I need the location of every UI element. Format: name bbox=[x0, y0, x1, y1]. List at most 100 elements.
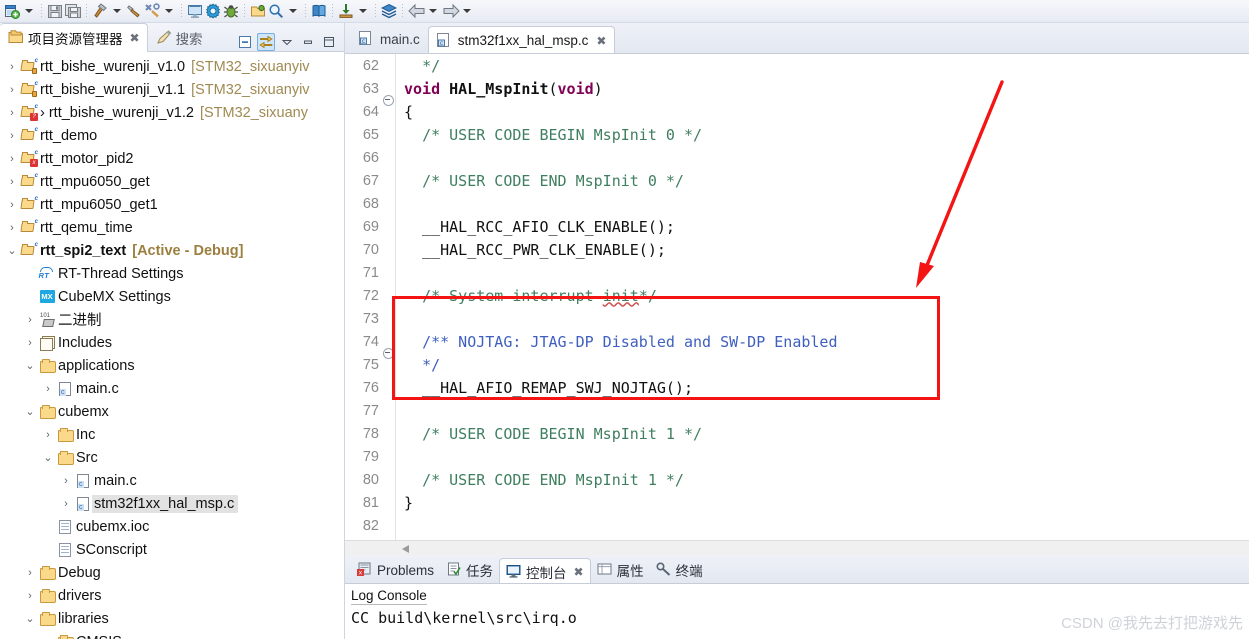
layers-button[interactable] bbox=[380, 1, 398, 22]
collapse-arrow-icon[interactable]: › bbox=[58, 475, 74, 487]
expand-arrow-icon[interactable]: ⌄ bbox=[4, 244, 20, 257]
tree-item-debug[interactable]: › Debug bbox=[0, 561, 344, 584]
code-line[interactable]: 62 */ bbox=[345, 54, 1249, 77]
tree-item-cubemx-settings[interactable]: ›MXCubeMX Settings bbox=[0, 285, 344, 308]
collapse-arrow-icon[interactable]: › bbox=[22, 314, 38, 326]
code-line[interactable]: 67 /* USER CODE END MspInit 0 */ bbox=[345, 169, 1249, 192]
tree-item-cmsis[interactable]: › CMSIS bbox=[0, 630, 344, 639]
editor-tab-stm32f1xx-hal-msp-c[interactable]: c stm32f1xx_hal_msp.c ✖ bbox=[427, 26, 616, 54]
collapse-arrow-icon[interactable]: › bbox=[22, 590, 38, 602]
collapse-arrow-icon[interactable]: › bbox=[40, 383, 56, 395]
tree-item-rtt-demo[interactable]: › c rtt_demo bbox=[0, 124, 344, 147]
tree-item-libraries[interactable]: ⌄ libraries bbox=[0, 607, 344, 630]
collapse-arrow-icon[interactable]: › bbox=[4, 176, 20, 188]
forward-dropdown-caret[interactable] bbox=[463, 9, 471, 13]
collapse-arrow-icon[interactable]: › bbox=[4, 153, 20, 165]
console-tab-3[interactable]: 属性 bbox=[591, 557, 650, 583]
tree-item-rtt-qemu-time[interactable]: › c rtt_qemu_time bbox=[0, 216, 344, 239]
minimize-view-button[interactable] bbox=[299, 33, 317, 51]
tree-item-inc[interactable]: › Inc bbox=[0, 423, 344, 446]
collapse-arrow-icon[interactable]: › bbox=[40, 429, 56, 441]
tree-item-stm32f1xx-hal-msp-c[interactable]: › stm32f1xx_hal_msp.c bbox=[0, 492, 344, 515]
collapse-arrow-icon[interactable]: › bbox=[4, 222, 20, 234]
collapse-arrow-icon[interactable]: › bbox=[4, 84, 20, 96]
code-line[interactable]: 76 __HAL_AFIO_REMAP_SWJ_NOJTAG(); bbox=[345, 376, 1249, 399]
expand-arrow-icon[interactable]: ⌄ bbox=[22, 612, 38, 625]
tree-item-includes[interactable]: › Includes bbox=[0, 331, 344, 354]
code-content[interactable]: 62 */63 void HAL_MspInit(void) 64{65 /* US… bbox=[345, 54, 1249, 540]
code-line[interactable]: 80 /* USER CODE END MspInit 1 */ bbox=[345, 468, 1249, 491]
tree-item-rtt-mpu6050-get1[interactable]: › c rtt_mpu6050_get1 bbox=[0, 193, 344, 216]
run-dropdown-caret[interactable] bbox=[165, 9, 173, 13]
settings-button[interactable] bbox=[204, 1, 222, 22]
collapse-arrow-icon[interactable]: › bbox=[4, 130, 20, 142]
console-tab-0[interactable]: x Problems bbox=[351, 557, 440, 583]
code-line[interactable]: 72 /* System interrupt init*/ bbox=[345, 284, 1249, 307]
code-line[interactable]: 78 /* USER CODE BEGIN MspInit 1 */ bbox=[345, 422, 1249, 445]
collapse-arrow-icon[interactable]: › bbox=[4, 199, 20, 211]
search-button[interactable] bbox=[267, 1, 285, 22]
code-line[interactable]: 68 bbox=[345, 192, 1249, 215]
tree-item-rt-thread-settings[interactable]: ›RTRT-Thread Settings bbox=[0, 262, 344, 285]
back-button[interactable] bbox=[407, 1, 425, 22]
code-line[interactable]: 69 __HAL_RCC_AFIO_CLK_ENABLE(); bbox=[345, 215, 1249, 238]
tree-item--rtt-bishe-wurenji-v1-2[interactable]: › c? › rtt_bishe_wurenji_v1.2 [STM32_sixuan… bbox=[0, 101, 344, 124]
build-dropdown-caret[interactable] bbox=[113, 9, 121, 13]
build-button[interactable] bbox=[91, 1, 109, 22]
tab-search[interactable]: 搜索 bbox=[148, 23, 210, 52]
tree-item-sconscript[interactable]: ›SConscript bbox=[0, 538, 344, 561]
forward-button[interactable] bbox=[441, 1, 460, 22]
save-button[interactable] bbox=[46, 1, 64, 22]
code-line[interactable]: 66 bbox=[345, 146, 1249, 169]
tree-item-cubemx-ioc[interactable]: ›cubemx.ioc bbox=[0, 515, 344, 538]
collapse-arrow-icon[interactable]: › bbox=[40, 636, 56, 639]
scroll-left-arrow[interactable] bbox=[400, 542, 412, 555]
code-line[interactable]: 64 { bbox=[345, 100, 1249, 123]
save-all-button[interactable] bbox=[64, 1, 82, 22]
open-resource-button[interactable] bbox=[249, 1, 267, 22]
back-dropdown-caret[interactable] bbox=[429, 9, 437, 13]
debug-button[interactable] bbox=[222, 1, 240, 22]
expand-arrow-icon[interactable]: ⌄ bbox=[22, 405, 38, 418]
tree-item-rtt-bishe-wurenji-v1-1[interactable]: › c rtt_bishe_wurenji_v1.1 [STM32_sixuanyiv bbox=[0, 78, 344, 101]
tree-item-src[interactable]: ⌄ Src bbox=[0, 446, 344, 469]
tree-item-applications[interactable]: ⌄ applications bbox=[0, 354, 344, 377]
tree-item-rtt-motor-pid2[interactable]: › c x rtt_motor_pid2 bbox=[0, 147, 344, 170]
maximize-view-button[interactable] bbox=[320, 33, 338, 51]
code-line[interactable]: 70 __HAL_RCC_PWR_CLK_ENABLE(); bbox=[345, 238, 1249, 261]
view-menu-button[interactable] bbox=[278, 33, 296, 51]
close-icon[interactable]: ✖ bbox=[574, 565, 584, 579]
code-line[interactable]: 75 */ bbox=[345, 353, 1249, 376]
editor-horizontal-scrollbar[interactable] bbox=[345, 540, 1249, 556]
close-icon[interactable]: ✖ bbox=[596, 34, 606, 48]
tree-item-rtt-mpu6050-get[interactable]: › c rtt_mpu6050_get bbox=[0, 170, 344, 193]
tree-item-rtt-bishe-wurenji-v1-0[interactable]: › c rtt_bishe_wurenji_v1.0 [STM32_sixuanyiv bbox=[0, 55, 344, 78]
editor-tab-main-c[interactable]: c main.c bbox=[351, 25, 428, 53]
project-tree[interactable]: › c rtt_bishe_wurenji_v1.0 [STM32_sixuanyiv… bbox=[0, 52, 344, 639]
tree-item-main-c[interactable]: › main.c bbox=[0, 377, 344, 400]
expand-arrow-icon[interactable]: ⌄ bbox=[40, 451, 56, 464]
help-button[interactable] bbox=[310, 1, 328, 22]
tab-project-explorer[interactable]: 项目资源管理器 ✖ bbox=[0, 23, 148, 52]
download-button[interactable] bbox=[337, 1, 355, 22]
code-line[interactable]: 81} bbox=[345, 491, 1249, 514]
new-project-button[interactable] bbox=[3, 1, 21, 22]
collapse-arrow-icon[interactable]: › bbox=[22, 567, 38, 579]
collapse-arrow-icon[interactable]: › bbox=[4, 61, 20, 73]
collapse-arrow-icon[interactable]: › bbox=[22, 337, 38, 349]
code-line[interactable]: 73 bbox=[345, 307, 1249, 330]
tree-item-rtt-spi2-text[interactable]: ⌄ c rtt_spi2_text [Active - Debug] bbox=[0, 239, 344, 262]
collapse-all-button[interactable] bbox=[236, 33, 254, 51]
console-tab-4[interactable]: 终端 bbox=[650, 557, 709, 583]
expand-arrow-icon[interactable]: ⌄ bbox=[22, 359, 38, 372]
tree-item-main-c[interactable]: › main.c bbox=[0, 469, 344, 492]
console-tab-1[interactable]: 任务 bbox=[440, 557, 499, 583]
code-line[interactable]: 82 bbox=[345, 514, 1249, 537]
open-perspective-button[interactable] bbox=[186, 1, 204, 22]
tree-item-drivers[interactable]: › drivers bbox=[0, 584, 344, 607]
tree-item--[interactable]: › 二进制 bbox=[0, 308, 344, 331]
collapse-arrow-icon[interactable]: › bbox=[4, 107, 20, 119]
code-line[interactable]: 79 bbox=[345, 445, 1249, 468]
code-line[interactable]: 71 bbox=[345, 261, 1249, 284]
close-icon[interactable]: ✖ bbox=[130, 31, 140, 45]
